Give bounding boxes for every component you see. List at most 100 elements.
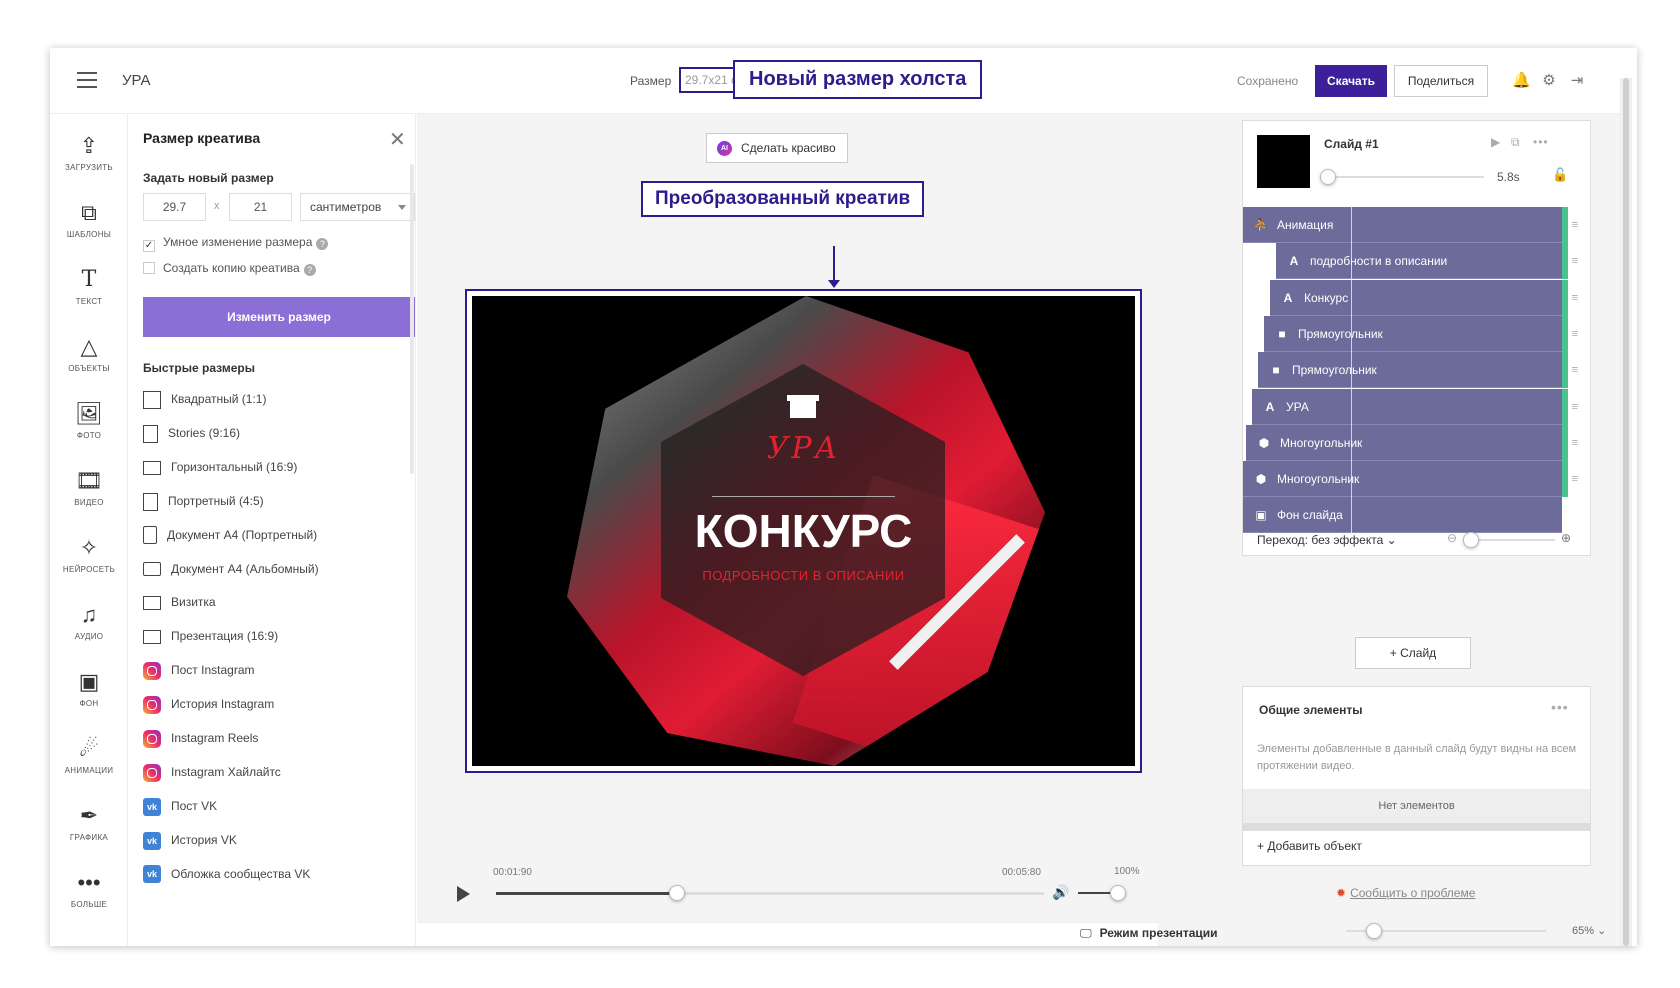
quick-size-item[interactable]: Визитка [143, 591, 216, 613]
quick-size-item[interactable]: vk Пост VK [143, 795, 217, 817]
play-icon[interactable] [457, 886, 470, 902]
quick-size-item[interactable]: Пост Instagram [143, 659, 254, 681]
layer-timing-bar[interactable] [1562, 315, 1568, 352]
layer-timing-bar[interactable] [1562, 279, 1568, 316]
close-icon[interactable]: ✕ [389, 127, 406, 152]
layer-timing-bar[interactable] [1562, 207, 1568, 243]
slide-duration-slider[interactable] [1320, 169, 1484, 185]
make-copy-checkbox[interactable] [143, 262, 155, 274]
tool-audio[interactable]: ♫ АУДИО [50, 595, 128, 657]
lock-icon[interactable]: 🔓 [1552, 167, 1568, 183]
quick-size-item[interactable]: Документ А4 (Портретный) [143, 524, 317, 546]
quick-size-item[interactable]: Instagram Хайлайтс [143, 761, 281, 783]
drag-handle-icon[interactable]: ≡ [1572, 280, 1578, 316]
help-icon[interactable]: ? [316, 238, 329, 250]
layer-row[interactable]: ■ Прямоугольник ≡ [1258, 352, 1578, 389]
unit-select[interactable]: сантиметров [300, 193, 415, 221]
layer-timing-bar[interactable] [1562, 388, 1568, 425]
beautify-button[interactable]: AI Сделать красиво [706, 133, 848, 163]
presentation-zoom-slider[interactable] [1346, 923, 1546, 939]
quick-size-item[interactable]: Квадратный (1:1) [143, 388, 266, 410]
smart-resize-checkbox[interactable]: ✓ [143, 240, 155, 252]
zoom-out-icon[interactable]: ⊖ [1447, 531, 1457, 545]
slide-duration-handle[interactable] [1320, 169, 1336, 185]
play-icon[interactable]: ▶ [1491, 135, 1500, 149]
menu-icon[interactable] [77, 72, 97, 88]
layer-row[interactable]: ■ Прямоугольник ≡ [1264, 315, 1578, 352]
add-slide-button[interactable]: + Слайд [1355, 637, 1471, 669]
quick-size-item[interactable]: vk Обложка сообщества VK [143, 863, 310, 885]
quick-size-item[interactable]: Портретный (4:5) [143, 490, 264, 512]
tool-templates[interactable]: ⧉ ШАБЛОНЫ [50, 193, 128, 255]
height-input[interactable]: 21 [229, 193, 292, 221]
quick-size-item[interactable]: Документ А4 (Альбомный) [143, 558, 319, 580]
tool-graphics[interactable]: ✒ ГРАФИКА [50, 796, 128, 858]
layer-row[interactable]: ▣ Фон слайда [1243, 497, 1562, 534]
zoom-in-icon[interactable]: ⊕ [1561, 531, 1571, 545]
project-name[interactable]: УРА [122, 72, 151, 89]
presentation-zoom-handle[interactable] [1366, 923, 1382, 939]
quick-size-item[interactable]: Презентация (16:9) [143, 625, 278, 647]
quick-size-item[interactable]: История Instagram [143, 693, 274, 715]
page-scrollbar[interactable] [1620, 78, 1632, 946]
tool-neural[interactable]: ✧ НЕЙРОСЕТЬ [50, 528, 128, 590]
layer-row[interactable]: ⬢ Многоугольник ≡ [1243, 461, 1578, 498]
help-icon[interactable]: ? [303, 264, 316, 276]
layer-row[interactable]: ⛹ Анимация ≡ [1243, 207, 1578, 243]
make-copy-row[interactable]: Создать копию креатива? [143, 261, 316, 276]
layer-row[interactable]: ⬢ Многоугольник ≡ [1246, 424, 1578, 461]
quick-size-item[interactable]: Stories (9:16) [143, 422, 240, 444]
more-icon[interactable]: ••• [1533, 135, 1549, 149]
tool-background[interactable]: ▣ ФОН [50, 662, 128, 724]
tool-more[interactable]: ••• БОЛЬШЕ [50, 863, 128, 925]
slide-thumbnail[interactable] [1257, 135, 1310, 188]
speaker-icon[interactable]: 🔊 [1052, 884, 1069, 901]
layer-row[interactable]: A Конкурс ≡ [1270, 279, 1578, 316]
timeline-handle[interactable] [668, 885, 685, 901]
layer-timing-bar[interactable] [1562, 424, 1568, 461]
volume-handle[interactable] [1110, 885, 1126, 901]
creative-canvas[interactable]: УРА КОНКУРС ПОДРОБНОСТИ В ОПИСАНИИ [472, 296, 1135, 766]
tool-upload[interactable]: ⇪ ЗАГРУЗИТЬ [50, 126, 128, 188]
timeline-track[interactable] [496, 885, 1044, 901]
presentation-mode-button[interactable]: 🖵 Режим презентации [1080, 926, 1218, 941]
tool-animations[interactable]: ☄ АНИМАЦИИ [50, 729, 128, 791]
layer-timing-bar[interactable] [1562, 243, 1568, 280]
drag-handle-icon[interactable]: ≡ [1572, 352, 1578, 388]
tool-video[interactable]: 🎞 ВИДЕО [50, 461, 128, 523]
drag-handle-icon[interactable]: ≡ [1572, 425, 1578, 461]
gear-icon[interactable]: ⚙ [1540, 72, 1558, 90]
layer-zoom-handle[interactable] [1463, 532, 1479, 548]
download-button[interactable]: Скачать [1315, 65, 1387, 97]
smart-resize-row[interactable]: ✓ Умное изменение размера? [143, 235, 329, 252]
width-input[interactable]: 29.7 [143, 193, 206, 221]
tool-objects[interactable]: △ ОБЪЕКТЫ [50, 327, 128, 389]
quick-size-item[interactable]: vk История VK [143, 829, 237, 851]
resize-button[interactable]: Изменить размер [143, 297, 415, 337]
exit-icon[interactable]: ⇥ [1568, 72, 1586, 90]
layer-timing-bar[interactable] [1562, 352, 1568, 389]
layer-row[interactable]: Aподробности в описании ≡ [1276, 243, 1578, 280]
layer-timing-bar[interactable] [1562, 461, 1568, 498]
drag-handle-icon[interactable]: ≡ [1572, 207, 1578, 243]
drag-handle-icon[interactable]: ≡ [1572, 316, 1578, 352]
transition-select[interactable]: Переход: без эффекта ⌄ [1257, 533, 1397, 547]
tool-photo[interactable]: 🖼 ФОТО [50, 394, 128, 456]
drag-handle-icon[interactable]: ≡ [1572, 389, 1578, 425]
report-problem-link[interactable]: ✹ Сообщить о проблеме [1336, 886, 1475, 900]
drag-handle-icon[interactable]: ≡ [1572, 243, 1578, 279]
share-button[interactable]: Поделиться [1394, 65, 1488, 97]
quick-size-item[interactable]: Горизонтальный (16:9) [143, 456, 297, 478]
add-object-button[interactable]: + Добавить объект [1257, 839, 1362, 853]
bell-icon[interactable]: 🔔 [1512, 72, 1531, 90]
drag-handle-icon[interactable]: ≡ [1572, 461, 1578, 497]
panel-scrollbar[interactable] [410, 164, 414, 474]
page-scrollbar-thumb[interactable] [1623, 78, 1629, 946]
layer-row[interactable]: A УРА ≡ [1252, 388, 1578, 425]
tool-text[interactable]: T ТЕКСТ [50, 260, 128, 322]
layer-zoom-slider[interactable] [1463, 532, 1555, 548]
zoom-select[interactable]: 65% ⌄ [1572, 924, 1606, 937]
copy-icon[interactable]: ⧉ [1511, 135, 1520, 150]
volume-slider[interactable] [1078, 885, 1126, 901]
more-icon[interactable]: ••• [1551, 699, 1569, 715]
